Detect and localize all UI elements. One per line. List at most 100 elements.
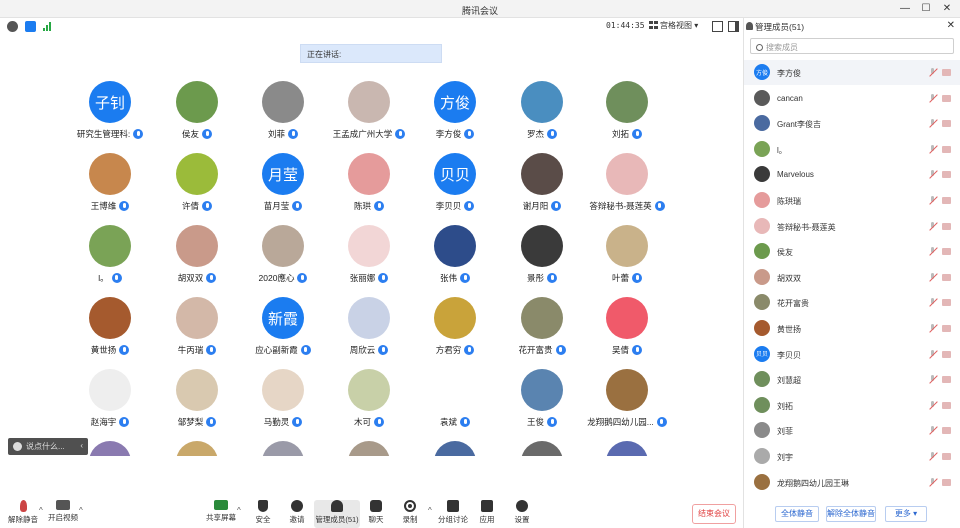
member-row[interactable]: 黄世扬 — [744, 316, 960, 341]
mic-muted-icon[interactable] — [928, 170, 937, 179]
chat-prompt[interactable]: 说点什么... ‹ — [8, 438, 88, 455]
camera-off-icon[interactable] — [942, 350, 951, 358]
mute-all-button[interactable]: 全体静音 — [775, 506, 819, 522]
chat-prompt-text: 说点什么... — [26, 442, 65, 451]
member-row[interactable]: 刘慧超 — [744, 367, 960, 392]
camera-off-icon[interactable] — [942, 248, 951, 256]
participant-avatar — [348, 369, 390, 411]
member-name: 李方俊 — [777, 69, 801, 78]
participant-tile[interactable]: 答辩秘书-聂莲英 — [572, 136, 682, 211]
member-row[interactable]: 方俊 李方俊 — [744, 60, 960, 85]
mic-muted-icon[interactable] — [928, 221, 937, 231]
member-avatar: 贝贝 — [754, 345, 770, 362]
mic-muted-icon[interactable] — [928, 426, 937, 435]
settings-button[interactable]: 设置 — [499, 500, 545, 528]
member-name: 刘慧超 — [777, 376, 801, 386]
camera-off-icon[interactable] — [942, 273, 951, 281]
camera-off-icon[interactable] — [942, 222, 951, 230]
mic-muted-icon[interactable] — [928, 375, 937, 384]
mic-muted-icon[interactable] — [928, 68, 937, 77]
member-name: 刘菲 — [777, 427, 793, 437]
info-icon[interactable] — [7, 21, 18, 32]
mic-muted-icon[interactable] — [928, 247, 937, 256]
invite-user-icon — [291, 500, 303, 512]
participant-avatar — [434, 297, 476, 339]
camera-off-icon[interactable] — [942, 197, 951, 204]
camera-off-icon[interactable] — [942, 69, 951, 76]
mic-muted-icon[interactable] — [928, 298, 937, 307]
participant-tile[interactable]: 吴倩 — [572, 280, 682, 355]
mic-muted-icon[interactable] — [928, 196, 937, 205]
mic-muted-icon[interactable] — [928, 400, 937, 410]
mic-muted-icon[interactable] — [928, 324, 937, 333]
member-row[interactable]: 花开富贵 — [744, 290, 960, 315]
participant-avatar: 子钊 — [89, 81, 131, 123]
participant-avatar — [176, 153, 218, 195]
member-row[interactable]: 贝贝 李贝贝 — [744, 342, 960, 367]
end-meeting-button[interactable]: 结束会议 — [692, 504, 736, 524]
member-search-input[interactable]: 搜索成员 — [750, 38, 954, 54]
camera-off-icon[interactable] — [942, 299, 951, 307]
unmute-all-button[interactable]: 解除全体静音 — [826, 506, 876, 522]
member-row[interactable]: 胡双双 — [744, 265, 960, 290]
record-button[interactable]: 录制 — [387, 500, 433, 528]
member-row[interactable]: 刘菲 — [744, 418, 960, 443]
participant-avatar — [434, 441, 476, 456]
mic-muted-icon[interactable] — [928, 452, 937, 461]
camera-off-icon[interactable] — [942, 171, 951, 179]
member-row[interactable]: cancan — [744, 86, 960, 111]
member-row[interactable]: 陈珙瑞 — [744, 188, 960, 213]
member-name: 陈珙瑞 — [777, 197, 801, 206]
mic-muted-icon[interactable] — [928, 349, 937, 359]
camera-off-icon[interactable] — [942, 120, 951, 128]
camera-off-icon[interactable] — [942, 145, 951, 153]
camera-off-icon[interactable] — [942, 401, 951, 409]
mic-muted-icon[interactable] — [928, 119, 937, 128]
camera-off-icon[interactable] — [942, 453, 951, 460]
participant-avatar — [348, 441, 390, 456]
shield-icon[interactable] — [25, 21, 36, 32]
close-icon[interactable]: ✕ — [940, 2, 954, 16]
chevron-left-icon[interactable]: ‹ — [80, 441, 83, 450]
view-mode-button[interactable]: 宫格视图 ▾ — [649, 20, 705, 33]
mic-muted-icon[interactable] — [928, 93, 937, 103]
camera-off-icon — [56, 500, 70, 510]
participant-avatar — [521, 297, 563, 339]
participant-tile[interactable] — [572, 424, 682, 456]
member-row[interactable]: 侯友 — [744, 239, 960, 264]
close-panel-icon[interactable]: ✕ — [947, 20, 955, 31]
participant-tile[interactable]: 龙翔鹅四幼儿园... — [572, 352, 682, 427]
member-avatar — [754, 115, 770, 132]
mic-muted-icon[interactable] — [928, 144, 937, 154]
member-row[interactable]: 刘拓 — [744, 393, 960, 418]
member-row[interactable]: 龙翔鹅四幼儿园王琳 — [744, 470, 960, 495]
participant-tile[interactable]: 刘拓 — [572, 64, 682, 139]
member-row[interactable] — [744, 495, 960, 499]
participant-avatar — [176, 297, 218, 339]
sidebar-toggle-icon[interactable] — [728, 21, 739, 32]
member-row[interactable]: Marvelous — [744, 162, 960, 187]
network-signal-icon[interactable] — [43, 22, 53, 31]
video-options-chevron-icon[interactable]: ^ — [79, 506, 83, 515]
speaking-indicator: 正在讲话: — [300, 44, 442, 63]
member-row[interactable]: l。 — [744, 137, 960, 162]
more-options-button[interactable]: 更多 ▾ — [885, 506, 927, 522]
camera-off-icon[interactable] — [942, 376, 951, 384]
fullscreen-icon[interactable] — [712, 21, 723, 32]
camera-off-icon[interactable] — [942, 478, 951, 486]
share-screen-icon — [214, 500, 228, 510]
member-name: 刘宇 — [777, 453, 793, 462]
member-row[interactable]: Grant李俊吉 — [744, 111, 960, 136]
camera-off-icon[interactable] — [942, 325, 951, 332]
camera-off-icon[interactable] — [942, 94, 951, 102]
member-row[interactable]: 刘宇 — [744, 444, 960, 469]
mic-muted-icon[interactable] — [928, 272, 937, 282]
minimize-icon[interactable]: — — [898, 2, 912, 16]
maximize-icon[interactable]: ☐ — [919, 2, 933, 16]
camera-off-icon[interactable] — [942, 427, 951, 435]
mic-muted-icon[interactable] — [928, 477, 937, 487]
participant-avatar — [262, 441, 304, 456]
meeting-window: 腾讯会议 — ☐ ✕ 01:44:35 宫格视图 ▾ 正在讲话: 子钊 研究生管理… — [0, 0, 960, 528]
member-row[interactable]: 答辩秘书-聂莲英 — [744, 214, 960, 239]
participant-tile[interactable]: 叶蕾 — [572, 208, 682, 283]
